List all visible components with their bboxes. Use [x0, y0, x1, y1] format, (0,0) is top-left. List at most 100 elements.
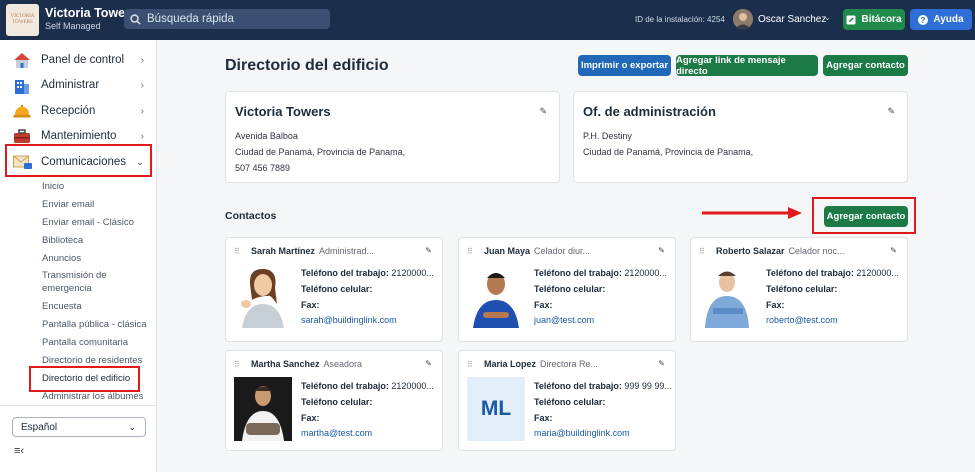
contact-email[interactable]: sarah@buildinglink.com [301, 315, 397, 325]
contact-name-line: Roberto Salazar Celador noc... [716, 246, 845, 256]
sidebar-item-administrar[interactable]: Administrar › [12, 74, 150, 96]
pencil-icon[interactable]: ✎ [890, 246, 897, 255]
bell-icon [12, 102, 32, 120]
language-select[interactable]: Español ⌄ [12, 417, 146, 437]
work-phone: Teléfono del trabajo: 2120000... [766, 268, 899, 278]
submenu-emergencia[interactable]: emergencia [42, 283, 92, 295]
building-icon [12, 76, 32, 94]
contact-email[interactable]: juan@test.com [534, 315, 594, 325]
pencil-icon[interactable]: ✎ [658, 359, 665, 368]
sidebar-divider [0, 405, 157, 406]
pencil-icon[interactable]: ✎ [539, 106, 547, 117]
contact-card[interactable]: ⠿ Roberto Salazar Celador noc... ✎ Teléfo… [690, 237, 908, 342]
chevron-right-icon: › [140, 130, 144, 142]
bitacora-button[interactable]: Bitácora [843, 9, 905, 30]
cell-phone-label: Teléfono celular: [534, 284, 606, 294]
add-contact-button-top[interactable]: Agregar contacto [823, 55, 908, 76]
contact-role: Directora Re... [540, 359, 599, 369]
submenu-encuesta[interactable]: Encuesta [42, 301, 82, 313]
work-phone: Teléfono del trabajo: 2120000... [301, 381, 434, 391]
contact-email[interactable]: maria@buildinglink.com [534, 428, 630, 438]
chevron-right-icon: › [140, 54, 144, 66]
chevron-right-icon: › [140, 105, 144, 117]
pencil-icon[interactable]: ✎ [425, 359, 432, 368]
drag-handle-icon[interactable]: ⠿ [699, 247, 705, 256]
submenu-transmision[interactable]: Transmisión de [42, 270, 107, 282]
print-export-button[interactable]: Imprimir o exportar [578, 55, 671, 76]
sidebar-item-label: Mantenimiento [41, 130, 117, 142]
logo-text: VICTORIA TOWERS [10, 14, 35, 25]
bitacora-label: Bitácora [861, 14, 902, 25]
user-avatar[interactable] [733, 9, 753, 29]
help-button[interactable]: ? Ayuda [910, 9, 972, 30]
drag-handle-icon[interactable]: ⠿ [467, 247, 473, 256]
edit-icon [846, 15, 856, 24]
building-name: Victoria Towers [235, 104, 331, 119]
drag-handle-icon[interactable]: ⠿ [467, 360, 473, 369]
office-city-line: Ciudad de Panamá, Provincia de Panama, [583, 147, 754, 157]
contact-card[interactable]: ⠿ Sarah Martínez Administrad... ✎ Teléfon… [225, 237, 443, 342]
chevron-down-icon[interactable]: ⌄ [824, 13, 831, 22]
fax-label: Fax: [301, 413, 320, 423]
work-phone: Teléfono del trabajo: 2120000... [534, 268, 667, 278]
contact-role: Administrad... [319, 246, 375, 256]
pencil-icon[interactable]: ✎ [887, 106, 895, 117]
help-icon: ? [918, 14, 929, 25]
contact-email[interactable]: roberto@test.com [766, 315, 838, 325]
cell-phone-label: Teléfono celular: [301, 397, 373, 407]
add-direct-message-link-button[interactable]: Agregar link de mensaje directo [676, 55, 818, 77]
contact-card[interactable]: ⠿ Martha Sanchez Aseadora ✎ Teléfono del … [225, 350, 443, 451]
building-logo[interactable]: VICTORIA TOWERS [6, 4, 39, 36]
page-title: Directorio del edificio [225, 57, 389, 74]
work-phone-label: Teléfono del trabajo: [534, 268, 622, 278]
fax-label: Fax: [534, 413, 553, 423]
contact-name-line: Martha Sanchez Aseadora [251, 359, 362, 369]
svg-text:?: ? [921, 16, 926, 25]
user-name[interactable]: Oscar Sanchez [758, 14, 826, 25]
submenu-administrar-albumes[interactable]: Administrar los álbumes [42, 391, 143, 403]
add-contact-button[interactable]: Agregar contacto [824, 206, 908, 227]
search-icon [130, 13, 141, 25]
office-name: Of. de administración [583, 104, 716, 119]
fax-label: Fax: [301, 300, 320, 310]
submenu-enviar-email-clasico[interactable]: Enviar email - Clásico [42, 217, 134, 229]
contact-email[interactable]: martha@test.com [301, 428, 372, 438]
chevron-down-icon: ⌄ [128, 421, 136, 432]
pencil-icon[interactable]: ✎ [425, 246, 432, 255]
contact-name: Juan Maya [484, 246, 531, 256]
submenu-pantalla-publica[interactable]: Pantalla pública - clásica [42, 319, 147, 331]
sidebar-item-recepcion[interactable]: Recepción › [12, 100, 150, 122]
submenu-inicio[interactable]: Inicio [42, 181, 64, 193]
pencil-icon[interactable]: ✎ [658, 246, 665, 255]
drag-handle-icon[interactable]: ⠿ [234, 360, 240, 369]
contact-photo [234, 377, 292, 441]
highlight-box-comunicaciones [5, 144, 152, 177]
contact-role: Celador noc... [788, 246, 845, 256]
search-input[interactable]: Búsqueda rápida [124, 9, 330, 29]
contact-photo [467, 264, 525, 328]
cell-phone-label: Teléfono celular: [301, 284, 373, 294]
work-phone-label: Teléfono del trabajo: [534, 381, 622, 391]
work-phone-value: 2120000... [388, 268, 434, 278]
contact-card[interactable]: ⠿ Maria Lopez Directora Re... ✎ ML Teléfo… [458, 350, 676, 451]
office-address-line: P.H. Destiny [583, 131, 632, 141]
house-icon [12, 51, 32, 69]
submenu-enviar-email[interactable]: Enviar email [42, 199, 94, 211]
drag-handle-icon[interactable]: ⠿ [234, 247, 240, 256]
top-bar: VICTORIA TOWERS Victoria Towers Self Man… [0, 0, 975, 40]
work-phone-value: 2120000... [388, 381, 434, 391]
submenu-biblioteca[interactable]: Biblioteca [42, 235, 83, 247]
installation-id: ID de la instalación: 4254 [635, 15, 725, 24]
cell-phone-label: Teléfono celular: [766, 284, 838, 294]
fax-label: Fax: [534, 300, 553, 310]
contacts-section-title: Contactos [225, 210, 277, 222]
collapse-menu-icon[interactable]: ≡‹ [14, 445, 24, 457]
contact-card[interactable]: ⠿ Juan Maya Celador diur... ✎ Teléfono de… [458, 237, 676, 342]
work-phone-value: 2120000... [853, 268, 899, 278]
building-info-card: Victoria Towers Avenida Balboa Ciudad de… [225, 91, 560, 183]
sidebar-item-label: Panel de control [41, 54, 125, 66]
submenu-anuncios[interactable]: Anuncios [42, 253, 81, 265]
work-phone-value: 999 99 99... [621, 381, 672, 391]
submenu-pantalla-comunitaria[interactable]: Pantalla comunitaria [42, 337, 128, 349]
sidebar-item-panel[interactable]: Panel de control › [12, 49, 150, 71]
